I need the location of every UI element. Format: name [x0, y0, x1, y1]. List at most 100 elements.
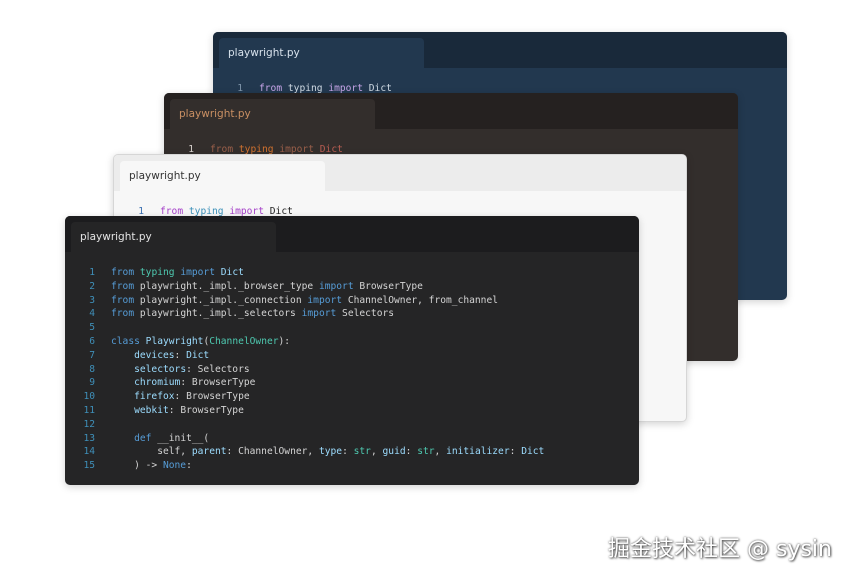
code-token: Dict — [186, 349, 210, 361]
code-line: 14 self, parent: ChannelOwner, type: str… — [65, 445, 639, 459]
line-number: 1 — [89, 267, 95, 278]
code-token: : — [509, 446, 522, 458]
code-token: guid — [382, 446, 406, 458]
line-number: 6 — [89, 335, 95, 347]
code-token: from — [111, 280, 135, 292]
code-token: import — [307, 294, 343, 306]
code-token: chromium — [134, 377, 181, 389]
code-token: : BrowserType — [168, 404, 244, 416]
line-number: 4 — [89, 308, 95, 320]
line-number: 3 — [89, 294, 95, 306]
code-token: ): — [278, 335, 291, 347]
code-token: parent — [191, 446, 227, 458]
code-line: 13 def __init__( — [65, 432, 639, 446]
tab-bar: playwright.py — [213, 32, 787, 68]
tab-bar: playwright.py — [164, 93, 738, 129]
code-token: : — [405, 446, 418, 458]
code-token: : BrowserType — [174, 391, 250, 403]
code-area: 1 from typing import Dict — [164, 129, 738, 157]
code-line: 15 ) -> None: — [65, 459, 639, 473]
line-number: 10 — [83, 391, 95, 403]
code-token: ) -> — [111, 460, 163, 472]
code-line: 1 from typing import Dict — [65, 266, 639, 280]
code-token: Playwright — [145, 335, 204, 347]
code-token: webkit — [134, 404, 169, 416]
line-number: 11 — [83, 404, 95, 416]
line-number: 13 — [83, 432, 95, 444]
code-token: : — [186, 460, 192, 472]
code-line: 6 class Playwright(ChannelOwner): — [65, 335, 639, 349]
code-token: ChannelOwner — [209, 335, 279, 347]
code-line: 7 devices: Dict — [65, 349, 639, 363]
code-line: 2 from playwright._impl._browser_type imp… — [65, 280, 639, 294]
code-line: 4 from playwright._impl._selectors import… — [65, 307, 639, 321]
code-token: , — [434, 446, 447, 458]
code-line: 9 chromium: BrowserType — [65, 376, 639, 390]
line-number: 2 — [89, 280, 95, 292]
code-token: str — [353, 446, 371, 458]
editor-window-dark: playwright.py 1 from typing import Dict 2 f… — [65, 216, 639, 485]
file-tab[interactable]: playwright.py — [120, 161, 325, 191]
code-line: 10 firefox: BrowserType — [65, 390, 639, 404]
code-token: from — [111, 294, 135, 306]
code-token: from — [111, 308, 135, 320]
code-line: 8 selectors: Selectors — [65, 363, 639, 377]
code-token: : BrowserType — [180, 377, 256, 389]
code-area: 1 from typing import Dict 2 from playwright… — [65, 252, 639, 473]
code-token: def — [134, 432, 152, 444]
code-token: typing — [139, 267, 175, 278]
file-tab[interactable]: playwright.py — [170, 99, 375, 129]
code-token: Selectors — [336, 308, 395, 320]
code-token: : ChannelOwner, — [226, 446, 319, 458]
code-line: 12 — [65, 418, 639, 432]
code-token: ChannelOwner, from_channel — [342, 294, 498, 306]
code-line: 5 — [65, 321, 639, 335]
watermark-text: 掘金技术社区 @ sysin — [608, 537, 832, 562]
file-tab[interactable]: playwright.py — [71, 222, 276, 252]
code-token: : Selectors — [186, 363, 250, 375]
code-token: , — [370, 446, 383, 458]
code-token: BrowserType — [353, 280, 423, 292]
code-line: 3 from playwright._impl._connection impor… — [65, 294, 639, 308]
code-token: : — [174, 349, 187, 361]
code-token: firefox — [134, 391, 175, 403]
code-token: Dict — [220, 267, 244, 278]
code-token: : — [342, 446, 354, 458]
code-token: devices — [134, 349, 175, 361]
code-token: __init__( — [151, 432, 210, 444]
code-token: self, — [111, 446, 192, 458]
code-token: import — [180, 267, 215, 278]
code-token: import — [301, 308, 337, 320]
code-token: str — [417, 446, 435, 458]
code-token: class — [111, 335, 140, 347]
tab-bar: playwright.py — [114, 155, 686, 191]
line-number: 5 — [89, 322, 95, 334]
code-area: 1 from typing import Dict — [114, 191, 686, 219]
code-token: initializer — [446, 446, 510, 458]
line-number: 9 — [89, 377, 95, 389]
code-area: 1 from typing import Dict — [213, 68, 787, 96]
code-token: Dict — [521, 446, 545, 458]
line-number: 15 — [83, 460, 95, 472]
line-number: 14 — [83, 446, 95, 458]
code-token: type — [318, 446, 343, 458]
code-token: from — [111, 267, 135, 278]
tab-bar: playwright.py — [65, 216, 639, 252]
code-token: None — [162, 460, 187, 472]
line-number: 7 — [89, 349, 95, 361]
line-number: 8 — [89, 363, 95, 375]
line-number: 12 — [83, 418, 95, 430]
code-token: import — [318, 280, 354, 292]
code-token: playwright._impl._selectors — [134, 308, 302, 320]
file-tab[interactable]: playwright.py — [219, 38, 424, 68]
code-line: 11 webkit: BrowserType — [65, 404, 639, 418]
code-token: playwright._impl._browser_type — [134, 280, 319, 292]
code-token: playwright._impl._connection — [134, 294, 308, 306]
code-token: selectors — [134, 363, 187, 375]
